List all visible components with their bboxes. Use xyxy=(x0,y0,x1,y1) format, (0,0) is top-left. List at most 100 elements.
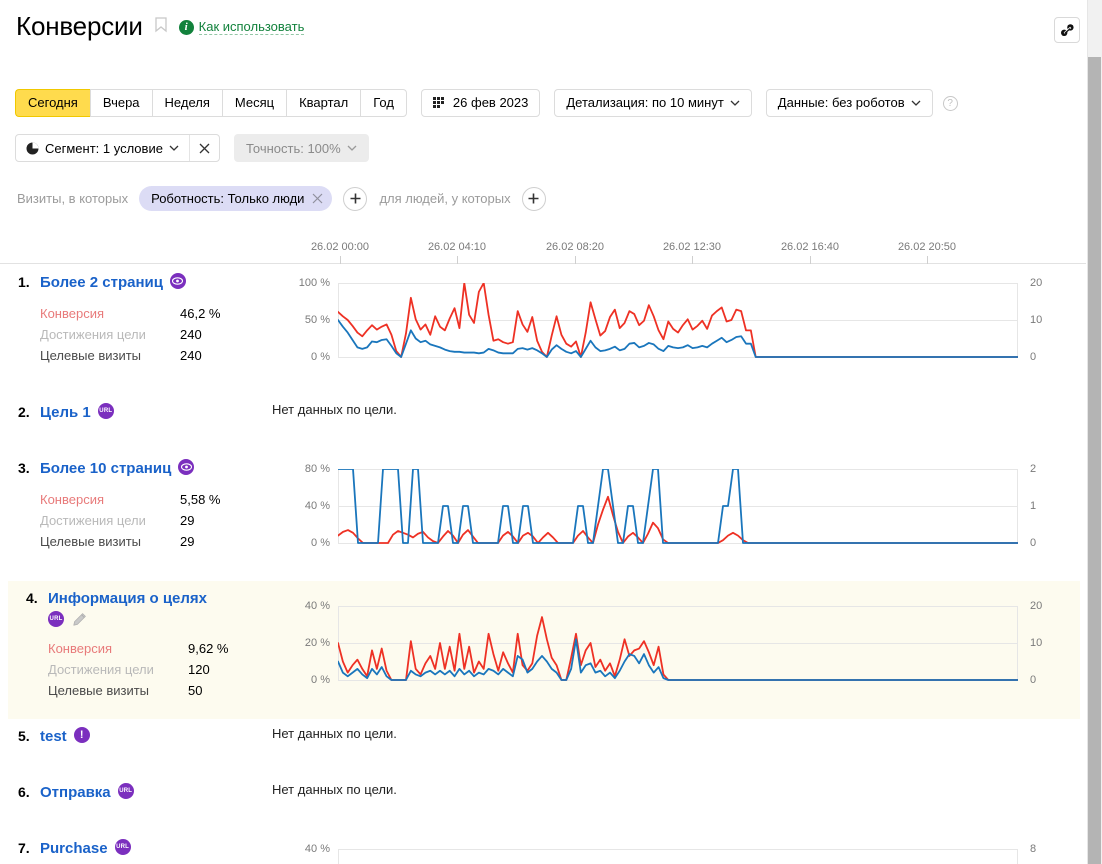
goal-row: 2. Цель 1 URL Нет данных по цели. xyxy=(0,395,1080,451)
calendar-icon xyxy=(432,96,446,110)
stat-value: 240 xyxy=(180,348,202,363)
goal-row: 7. Purchase URL 40 % 8 xyxy=(0,831,1080,864)
question-icon[interactable]: ? xyxy=(942,95,958,111)
stat-label: Достижения цели xyxy=(40,327,146,342)
url-goal-icon: URL xyxy=(48,611,64,627)
goal-chart[interactable]: 80 % 40 % 0 % 2 1 0 xyxy=(290,463,1070,565)
chart-y-axis-label: 100 % xyxy=(298,277,330,289)
stat-label: Конверсия xyxy=(40,306,105,321)
data-source-dropdown[interactable]: Данные: без роботов xyxy=(765,89,933,117)
goal-title-link[interactable]: Информация о целях xyxy=(48,589,207,608)
goal-header: 5. test ! xyxy=(0,727,1080,746)
chart-y-axis-label: 0 % xyxy=(311,351,330,363)
segment-label: Сегмент: 1 условие xyxy=(45,140,163,156)
page-root: Конверсии i Как использовать Сегодня Вче… xyxy=(0,0,1102,864)
goal-title-link[interactable]: test xyxy=(40,727,67,746)
goal-title-link[interactable]: Более 2 страниц xyxy=(40,273,163,292)
page-scrollbar[interactable] xyxy=(1087,0,1102,864)
stat-value: 240 xyxy=(180,327,202,342)
chart-y-axis-label-right: 8 xyxy=(1030,843,1037,855)
axis-tick xyxy=(927,256,928,264)
close-icon[interactable] xyxy=(312,193,323,204)
date-picker-button[interactable]: 26 фев 2023 xyxy=(420,89,541,117)
eye-goal-icon xyxy=(178,459,195,475)
filter-prefix-label: Визиты, в которых xyxy=(17,191,129,206)
goal-chart[interactable]: 40 % 20 % 0 % 20 10 0 xyxy=(290,600,1070,702)
page-header: Конверсии i Как использовать xyxy=(16,10,305,42)
stat-value: 29 xyxy=(180,513,195,528)
stat-value: 5,58 % xyxy=(180,492,221,507)
chevron-down-icon xyxy=(169,145,179,151)
chevron-down-icon xyxy=(730,100,740,106)
edit-pencil-icon[interactable] xyxy=(72,612,87,627)
share-button[interactable] xyxy=(1054,17,1080,43)
pie-chart-icon xyxy=(26,142,39,155)
goal-title-link[interactable]: Цель 1 xyxy=(40,403,91,422)
chart-plot-area[interactable] xyxy=(338,283,1018,359)
period-button-today[interactable]: Сегодня xyxy=(15,89,90,117)
goal-header: 6. Отправка URL xyxy=(0,783,1080,802)
scrollbar-thumb[interactable] xyxy=(1088,57,1101,864)
goal-title-link[interactable]: Более 10 страниц xyxy=(40,459,171,478)
goal-row: 1. Более 2 страниц Конверсия 46,2 % Дост… xyxy=(0,265,1080,395)
time-axis: 26.02 00:00 26.02 04:10 26.02 08:20 26.02 1… xyxy=(0,232,1086,264)
axis-tick-label: 26.02 20:50 xyxy=(897,241,957,253)
how-to-use-link[interactable]: i Как использовать xyxy=(178,19,305,35)
info-icon: i xyxy=(178,19,194,35)
goal-number: 4. xyxy=(26,590,38,606)
segment-control: Сегмент: 1 условие xyxy=(15,134,220,162)
chart-y-axis-label-right: 20 xyxy=(1030,600,1043,612)
goal-header: 2. Цель 1 URL xyxy=(0,403,1080,422)
chart-y-axis-label-right: 10 xyxy=(1030,314,1043,326)
chart-y-axis-label: 40 % xyxy=(304,500,330,512)
stat-label: Конверсия xyxy=(48,641,113,656)
chart-y-axis-label: 50 % xyxy=(304,314,330,326)
period-button-quarter[interactable]: Квартал xyxy=(286,89,361,117)
bookmark-icon[interactable] xyxy=(155,17,167,38)
axis-tick-label: 26.02 04:10 xyxy=(427,241,487,253)
filter-middle-label: для людей, у которых xyxy=(379,191,511,206)
stat-label: Целевые визиты xyxy=(40,534,142,549)
no-data-message: Нет данных по цели. xyxy=(272,726,397,741)
stat-value: 50 xyxy=(188,683,203,698)
period-button-yesterday[interactable]: Вчера xyxy=(89,89,152,117)
accuracy-label: Точность: 100% xyxy=(245,140,341,156)
goal-number: 3. xyxy=(18,460,30,476)
stat-label: Достижения цели xyxy=(40,513,146,528)
chart-y-axis-label: 0 % xyxy=(311,674,330,686)
goal-chart[interactable]: 100 % 50 % 0 % 20 10 0 xyxy=(290,277,1070,379)
goal-title-link[interactable]: Отправка xyxy=(40,783,111,802)
filter-chip-robotness[interactable]: Роботность: Только люди xyxy=(139,186,333,211)
period-button-week[interactable]: Неделя xyxy=(151,89,222,117)
goal-title-link[interactable]: Purchase xyxy=(40,839,108,858)
goal-row: 4. Информация о целях URL Конверсия 9,62… xyxy=(8,581,1080,719)
chart-plot-area[interactable] xyxy=(338,849,1018,864)
axis-tick xyxy=(575,256,576,264)
no-data-message: Нет данных по цели. xyxy=(272,782,397,797)
segment-button[interactable]: Сегмент: 1 условие xyxy=(16,135,189,161)
stat-label: Целевые визиты xyxy=(48,683,150,698)
event-goal-icon: ! xyxy=(73,727,90,743)
goal-number: 1. xyxy=(18,274,30,290)
goal-number: 2. xyxy=(18,404,30,420)
period-button-year[interactable]: Год xyxy=(360,89,407,117)
data-source-label: Данные: без роботов xyxy=(777,95,905,110)
axis-tick-label: 26.02 16:40 xyxy=(780,241,840,253)
axis-tick xyxy=(692,256,693,264)
period-button-month[interactable]: Месяц xyxy=(221,89,287,117)
chart-y-axis-label: 80 % xyxy=(304,463,330,475)
chart-y-axis-label: 0 % xyxy=(311,537,330,549)
segment-row: Сегмент: 1 условие Точность: 100% xyxy=(15,134,369,162)
chart-plot-area[interactable] xyxy=(338,606,1018,682)
goal-chart[interactable]: 40 % 8 xyxy=(290,843,1070,864)
accuracy-button[interactable]: Точность: 100% xyxy=(233,134,369,162)
add-visit-filter-button[interactable] xyxy=(343,186,368,211)
add-people-filter-button[interactable] xyxy=(521,186,546,211)
axis-tick-label: 26.02 12:30 xyxy=(662,241,722,253)
url-goal-icon: URL xyxy=(97,403,114,419)
detalization-dropdown[interactable]: Детализация: по 10 минут xyxy=(554,89,752,117)
chart-plot-area[interactable] xyxy=(338,469,1018,545)
goal-number: 5. xyxy=(18,728,30,744)
segment-clear-button[interactable] xyxy=(188,135,219,161)
chart-y-axis-label-right: 0 xyxy=(1030,674,1037,686)
